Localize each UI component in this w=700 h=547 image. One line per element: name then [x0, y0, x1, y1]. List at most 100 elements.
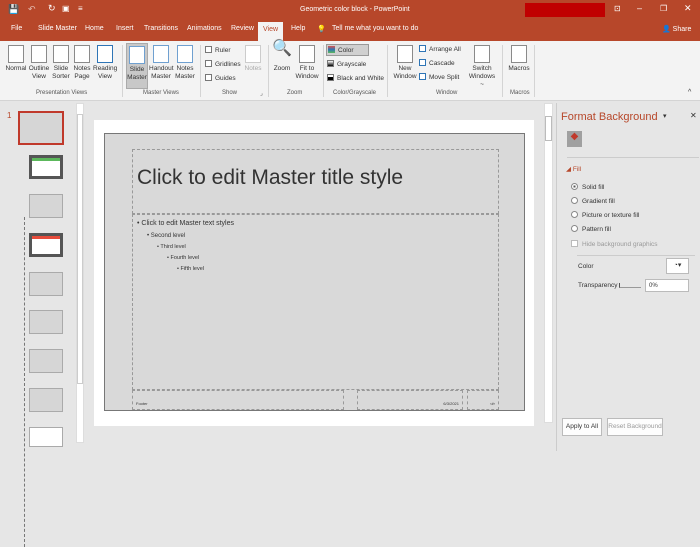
slide-master-button[interactable]: Slide Master: [126, 43, 148, 89]
fit-to-window-button[interactable]: Fit to Window: [294, 45, 320, 81]
group-label: Zoom: [287, 90, 303, 96]
apply-to-all-button[interactable]: Apply to All: [562, 418, 602, 436]
cascade-button[interactable]: Cascade: [419, 59, 455, 67]
fill-section-toggle[interactable]: ◢ Fill: [566, 165, 581, 173]
divider: [122, 45, 123, 97]
thumbnails-scrollbar[interactable]: [76, 103, 84, 443]
tab-transitions[interactable]: Transitions: [144, 25, 178, 32]
gradient-fill-radio[interactable]: Gradient fill: [571, 197, 615, 205]
thumbnail-layout[interactable]: [29, 310, 63, 334]
grayscale-button[interactable]: Grayscale: [327, 60, 366, 68]
thumbnail-layout[interactable]: [29, 427, 63, 447]
transparency-input[interactable]: 0%: [645, 279, 689, 292]
level-3: • Third level: [157, 244, 186, 250]
present-icon[interactable]: ▣: [62, 4, 70, 13]
label: Black and White: [337, 75, 384, 82]
notes-page-icon: [74, 45, 90, 63]
thumbnail-layout[interactable]: [29, 388, 63, 412]
body-placeholder[interactable]: • Click to edit Master text styles • Sec…: [132, 214, 499, 390]
notes-page-button[interactable]: Notes Page: [72, 45, 92, 81]
outline-view-button[interactable]: Outline View: [28, 45, 50, 81]
tab-view[interactable]: View: [258, 22, 284, 41]
solid-fill-radio[interactable]: Solid fill: [571, 183, 604, 191]
tab-review[interactable]: Review: [231, 25, 254, 32]
notes-master-icon: [177, 45, 193, 63]
thumbnail-layout[interactable]: [29, 194, 63, 218]
close-icon[interactable]: ✕: [684, 3, 692, 14]
ribbon-display-icon[interactable]: ⊡: [614, 4, 621, 13]
gridlines-checkbox[interactable]: Gridlines: [205, 60, 241, 68]
undo-icon[interactable]: ↶: [28, 4, 36, 15]
pane-options-icon[interactable]: ▾: [663, 112, 667, 120]
label: Macros: [508, 65, 530, 72]
color-button[interactable]: Color: [326, 44, 369, 56]
reset-background-button[interactable]: Reset Background: [607, 418, 663, 436]
level-1: • Click to edit Master text styles: [137, 220, 234, 227]
slide-thumbnails-pane: 1: [0, 103, 86, 547]
reading-view-button[interactable]: Reading View: [93, 45, 117, 81]
handout-master-button[interactable]: Handout Master: [149, 45, 174, 81]
share-button[interactable]: 👤 Share: [662, 25, 691, 33]
switch-windows-button[interactable]: Switch Windows ~: [467, 45, 497, 89]
main-scrollbar[interactable]: [544, 103, 553, 423]
move-split-button[interactable]: Move Split: [419, 73, 459, 81]
ruler-checkbox[interactable]: Ruler: [205, 46, 231, 54]
master-title: Click to edit Master title style: [137, 166, 404, 189]
fill-label: Fill: [572, 166, 582, 173]
notes-button[interactable]: Notes: [243, 45, 263, 73]
guides-checkbox[interactable]: Guides: [205, 74, 236, 82]
thumbnail-master[interactable]: [18, 111, 64, 145]
thumbnail-layout[interactable]: [29, 155, 63, 179]
thumbnail-layout[interactable]: [29, 233, 63, 257]
label: Slide: [53, 65, 69, 72]
divider: [577, 255, 695, 256]
arrange-all-button[interactable]: Arrange All: [419, 45, 461, 53]
restore-icon[interactable]: ❐: [660, 4, 667, 13]
zoom-button[interactable]: 🔍 Zoom: [271, 41, 293, 73]
footer-placeholder[interactable]: Footer: [132, 390, 344, 410]
minimize-icon[interactable]: –: [637, 3, 642, 13]
label: Windows ~: [468, 73, 496, 88]
transparency-slider[interactable]: [619, 283, 641, 288]
tab-help[interactable]: Help: [291, 25, 305, 32]
collapse-ribbon-icon[interactable]: ^: [688, 89, 691, 96]
dialog-launcher-icon[interactable]: ⌟: [260, 90, 263, 97]
title-placeholder[interactable]: Click to edit Master title style: [132, 149, 499, 214]
pattern-fill-radio[interactable]: Pattern fill: [571, 225, 611, 233]
normal-view-button[interactable]: Normal: [5, 45, 27, 73]
fill-paint-bucket-icon[interactable]: ◆: [567, 131, 582, 147]
label: Master: [127, 74, 147, 81]
black-and-white-button[interactable]: Black and White: [327, 74, 384, 82]
tab-animations[interactable]: Animations: [187, 25, 222, 32]
tell-me-input[interactable]: Tell me what you want to do: [332, 25, 418, 32]
group-label: Show: [222, 90, 238, 96]
notes-master-button[interactable]: Notes Master: [174, 45, 196, 81]
reading-view-icon: [97, 45, 113, 63]
thumbnail-layout[interactable]: [29, 349, 63, 373]
tab-file[interactable]: File: [11, 25, 22, 32]
tab-slide-master[interactable]: Slide Master: [38, 25, 77, 32]
group-label: Presentation Views: [36, 90, 88, 96]
text: Third level: [160, 244, 186, 250]
hide-background-graphics-checkbox[interactable]: Hide background graphics: [571, 240, 658, 248]
label: Master: [151, 73, 171, 80]
slide-master-canvas[interactable]: Click to edit Master title style • Click…: [104, 133, 525, 411]
tab-home[interactable]: Home: [85, 25, 104, 32]
thumbnail-layout[interactable]: [29, 272, 63, 296]
picture-fill-radio[interactable]: Picture or texture fill: [571, 211, 639, 219]
redo-icon[interactable]: ↻: [48, 3, 56, 14]
label: Cascade: [429, 60, 455, 67]
new-window-button[interactable]: New Window: [392, 45, 418, 81]
label: Pattern fill: [582, 226, 611, 233]
share-label: Share: [672, 26, 692, 33]
customize-icon[interactable]: ≡: [78, 4, 83, 13]
page-number-placeholder[interactable]: ‹#›: [467, 390, 499, 410]
date-placeholder[interactable]: 6/3/2021: [357, 390, 463, 410]
slide-sorter-button[interactable]: Slide Sorter: [51, 45, 71, 81]
macros-button[interactable]: Macros: [506, 45, 532, 73]
save-icon[interactable]: 💾: [8, 4, 19, 15]
group-label: Color/Grayscale: [333, 90, 377, 96]
tab-insert[interactable]: Insert: [116, 25, 134, 32]
color-picker-button[interactable]: ◔▾: [666, 258, 689, 274]
pane-close-icon[interactable]: ✕: [690, 111, 697, 120]
